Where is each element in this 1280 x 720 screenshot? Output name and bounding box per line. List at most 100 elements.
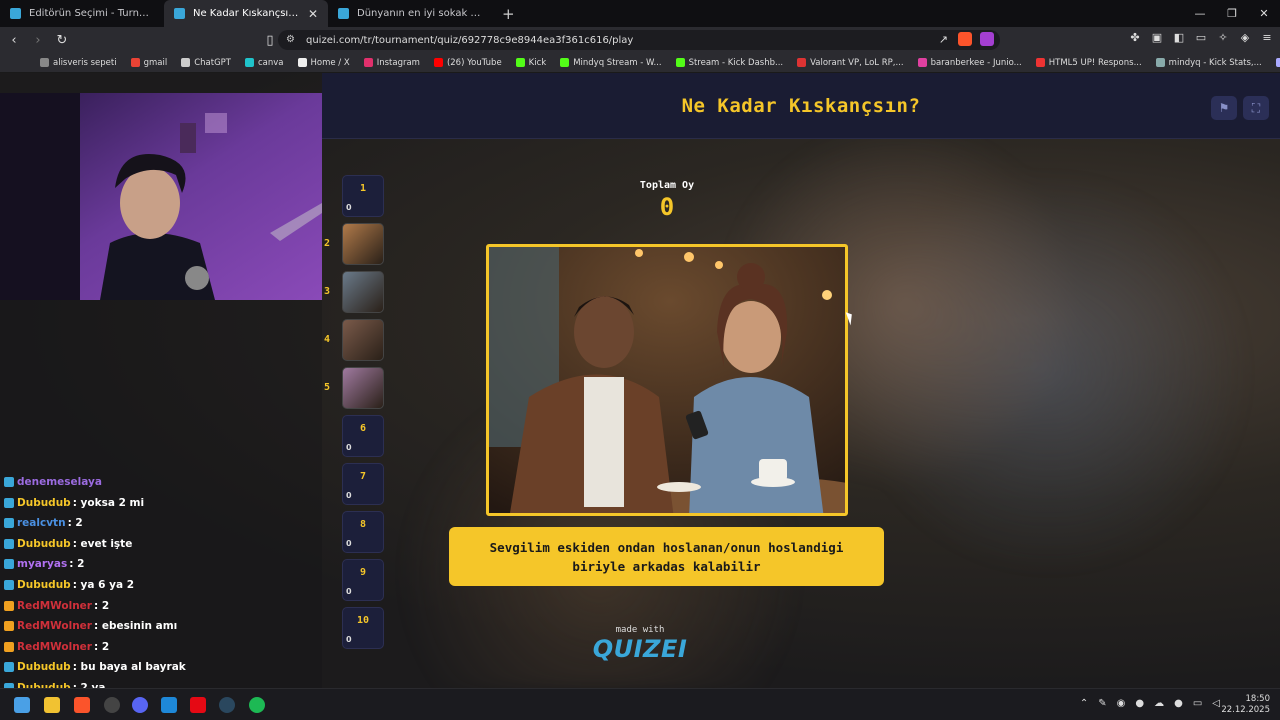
bookmark-favicon-icon — [560, 58, 570, 67]
rank-thumbnail[interactable] — [342, 319, 384, 361]
netflix-icon[interactable] — [190, 697, 206, 713]
tab-tier-list[interactable]: Ne Kadar Kıskançsın? - Tier List, T ✕ — [164, 0, 328, 27]
report-flag-button[interactable]: ⚑ — [1211, 96, 1237, 120]
share-icon[interactable]: ↗ — [939, 33, 948, 46]
bookmark-item[interactable]: Home / X — [297, 58, 350, 68]
bookmark-favicon-icon — [40, 58, 49, 67]
close-window-icon[interactable]: ✕ — [1248, 0, 1280, 27]
rank-slot-2[interactable]: 2 — [322, 221, 392, 265]
brave-rewards-icon[interactable] — [980, 32, 994, 46]
microphone-icon[interactable]: ● — [1174, 698, 1183, 709]
sidebar-icon[interactable]: ◧ — [1172, 30, 1186, 44]
address-bar[interactable]: ⚙ quizei.com/tr/tournament/quiz/692778c9… — [278, 30, 1000, 50]
file-explorer-icon[interactable] — [44, 697, 60, 713]
chat-text: : evet işte — [72, 537, 133, 550]
bookmark-item[interactable]: HTML5 UP! Respons... — [1035, 58, 1142, 68]
rank-thumbnail[interactable] — [342, 223, 384, 265]
brave-browser-icon[interactable] — [74, 697, 90, 713]
site-info-icon[interactable]: ⚙ — [286, 34, 295, 45]
chat-badge-icon — [4, 518, 14, 529]
tray-discord-icon[interactable]: ◉ — [1117, 698, 1126, 709]
rank-slot-10[interactable]: 10 0 — [322, 605, 392, 649]
tray-app-icon[interactable]: ✎ — [1098, 698, 1106, 709]
rank-empty-slot[interactable]: 90 — [342, 559, 384, 601]
chat-username[interactable]: realcvtn — [17, 517, 66, 529]
chat-username[interactable]: Dubudub — [17, 661, 71, 673]
tray-steam-icon[interactable]: ● — [1135, 698, 1144, 709]
bookmark-icon[interactable]: ▯ — [260, 30, 280, 50]
reload-icon[interactable]: ↻ — [52, 30, 72, 50]
chat-username[interactable]: Dubudub — [17, 538, 71, 550]
bookmark-item[interactable]: Mindyq Stream - W... — [560, 58, 662, 68]
menu-icon[interactable]: ≡ — [1260, 30, 1274, 44]
bookmark-favicon-icon — [675, 58, 685, 67]
bookmark-item[interactable]: Instagram — [363, 57, 420, 68]
rank-slot-6[interactable]: 60 — [322, 413, 392, 457]
rank-empty-slot[interactable]: 70 — [342, 463, 384, 505]
bookmark-item[interactable]: Kick — [515, 58, 546, 68]
tray-cloud-icon[interactable]: ☁ — [1154, 698, 1164, 709]
maximize-icon[interactable]: ❐ — [1216, 0, 1248, 27]
steam-icon[interactable] — [219, 697, 235, 713]
rank-slot-3[interactable]: 3 — [322, 269, 392, 313]
bookmark-item[interactable]: gmail — [130, 58, 167, 68]
bookmark-item[interactable]: ChatGPT — [181, 58, 231, 68]
brave-shield-icon[interactable] — [958, 32, 972, 46]
chat-username[interactable]: myaryas — [17, 558, 67, 570]
forward-icon[interactable]: › — [28, 30, 48, 50]
bookmark-item[interactable]: (26) YouTube — [433, 58, 502, 68]
rank-slot-1[interactable]: 10 — [322, 173, 392, 217]
bookmark-item[interactable]: canva — [244, 58, 284, 68]
wallet-card-icon[interactable]: ▭ — [1194, 30, 1208, 44]
rank-slot-7[interactable]: 70 — [322, 461, 392, 505]
navigation-bar: ‹ › ↻ ▯ ⚙ quizei.com/tr/tournament/quiz/… — [0, 27, 1280, 53]
rank-slot-5[interactable]: 5 — [322, 365, 392, 409]
bookmark-item[interactable]: Valorant VP, LoL RP,... — [797, 58, 904, 68]
new-tab-icon[interactable]: + — [502, 5, 515, 23]
fullscreen-button[interactable]: ⛶ — [1243, 96, 1269, 120]
rank-thumbnail[interactable] — [342, 271, 384, 313]
start-icon[interactable] — [14, 697, 30, 713]
extensions-icon[interactable]: ✤ — [1128, 30, 1142, 44]
volume-icon[interactable]: ◁ — [1212, 698, 1220, 709]
close-tab-icon[interactable]: ✕ — [308, 7, 318, 21]
chat-username[interactable]: Dubudub — [17, 497, 71, 509]
bookmark-label: Instagram — [376, 57, 420, 68]
bookmark-item[interactable]: alisveris sepeti — [40, 58, 117, 68]
leo-ai-icon[interactable]: ✧ — [1216, 30, 1230, 44]
discord-icon[interactable] — [132, 697, 148, 713]
tab-street-food[interactable]: Dünyanın en iyi sokak yemeği - Tier l — [328, 0, 492, 27]
minimize-icon[interactable]: — — [1184, 0, 1216, 27]
rank-empty-slot[interactable]: 80 — [342, 511, 384, 553]
display-icon[interactable]: ▭ — [1193, 698, 1202, 709]
rank-empty-slot[interactable]: 10 — [342, 175, 384, 217]
rank-slot-8[interactable]: 80 — [322, 509, 392, 553]
vpn-icon[interactable]: ◈ — [1238, 30, 1252, 44]
chat-username[interactable]: Dubudub — [17, 579, 71, 591]
bookmark-item[interactable]: red-dead-redempti... — [1275, 58, 1280, 68]
vscode-icon[interactable] — [161, 697, 177, 713]
chat-username[interactable]: RedMWolner — [17, 600, 92, 612]
question-image[interactable] — [486, 244, 848, 516]
back-icon[interactable]: ‹ — [4, 30, 24, 50]
bookmark-item[interactable]: baranberkee - Junio... — [917, 58, 1022, 68]
chat-username[interactable]: RedMWolner — [17, 641, 92, 653]
obs-icon[interactable] — [104, 697, 120, 713]
tray-overflow-icon[interactable]: ⌃ — [1080, 698, 1088, 709]
chat-username[interactable]: denemeselaya — [17, 476, 102, 488]
rank-empty-slot[interactable]: 10 0 — [342, 607, 384, 649]
bookmark-item[interactable]: Stream - Kick Dashb... — [675, 58, 783, 68]
rank-empty-slot[interactable]: 60 — [342, 415, 384, 457]
rank-slot-4[interactable]: 4 — [322, 317, 392, 361]
bookmark-favicon-icon — [797, 58, 807, 67]
rank-thumbnail[interactable] — [342, 367, 384, 409]
tab-editors-choice[interactable]: Editörün Seçimi - Turnuva - Quizei — [0, 0, 164, 27]
quizei-logo[interactable]: QUIZEI — [590, 635, 690, 663]
chat-username[interactable]: RedMWolner — [17, 620, 92, 632]
chat-badge-icon — [4, 580, 14, 590]
rank-slot-9[interactable]: 90 — [322, 557, 392, 601]
spotify-icon[interactable] — [249, 697, 265, 713]
system-clock[interactable]: 18:50 22.12.2025 — [1221, 694, 1270, 716]
bookmark-item[interactable]: mindyq - Kick Stats,... — [1155, 58, 1262, 68]
wallet-icon[interactable]: ▣ — [1150, 30, 1164, 44]
